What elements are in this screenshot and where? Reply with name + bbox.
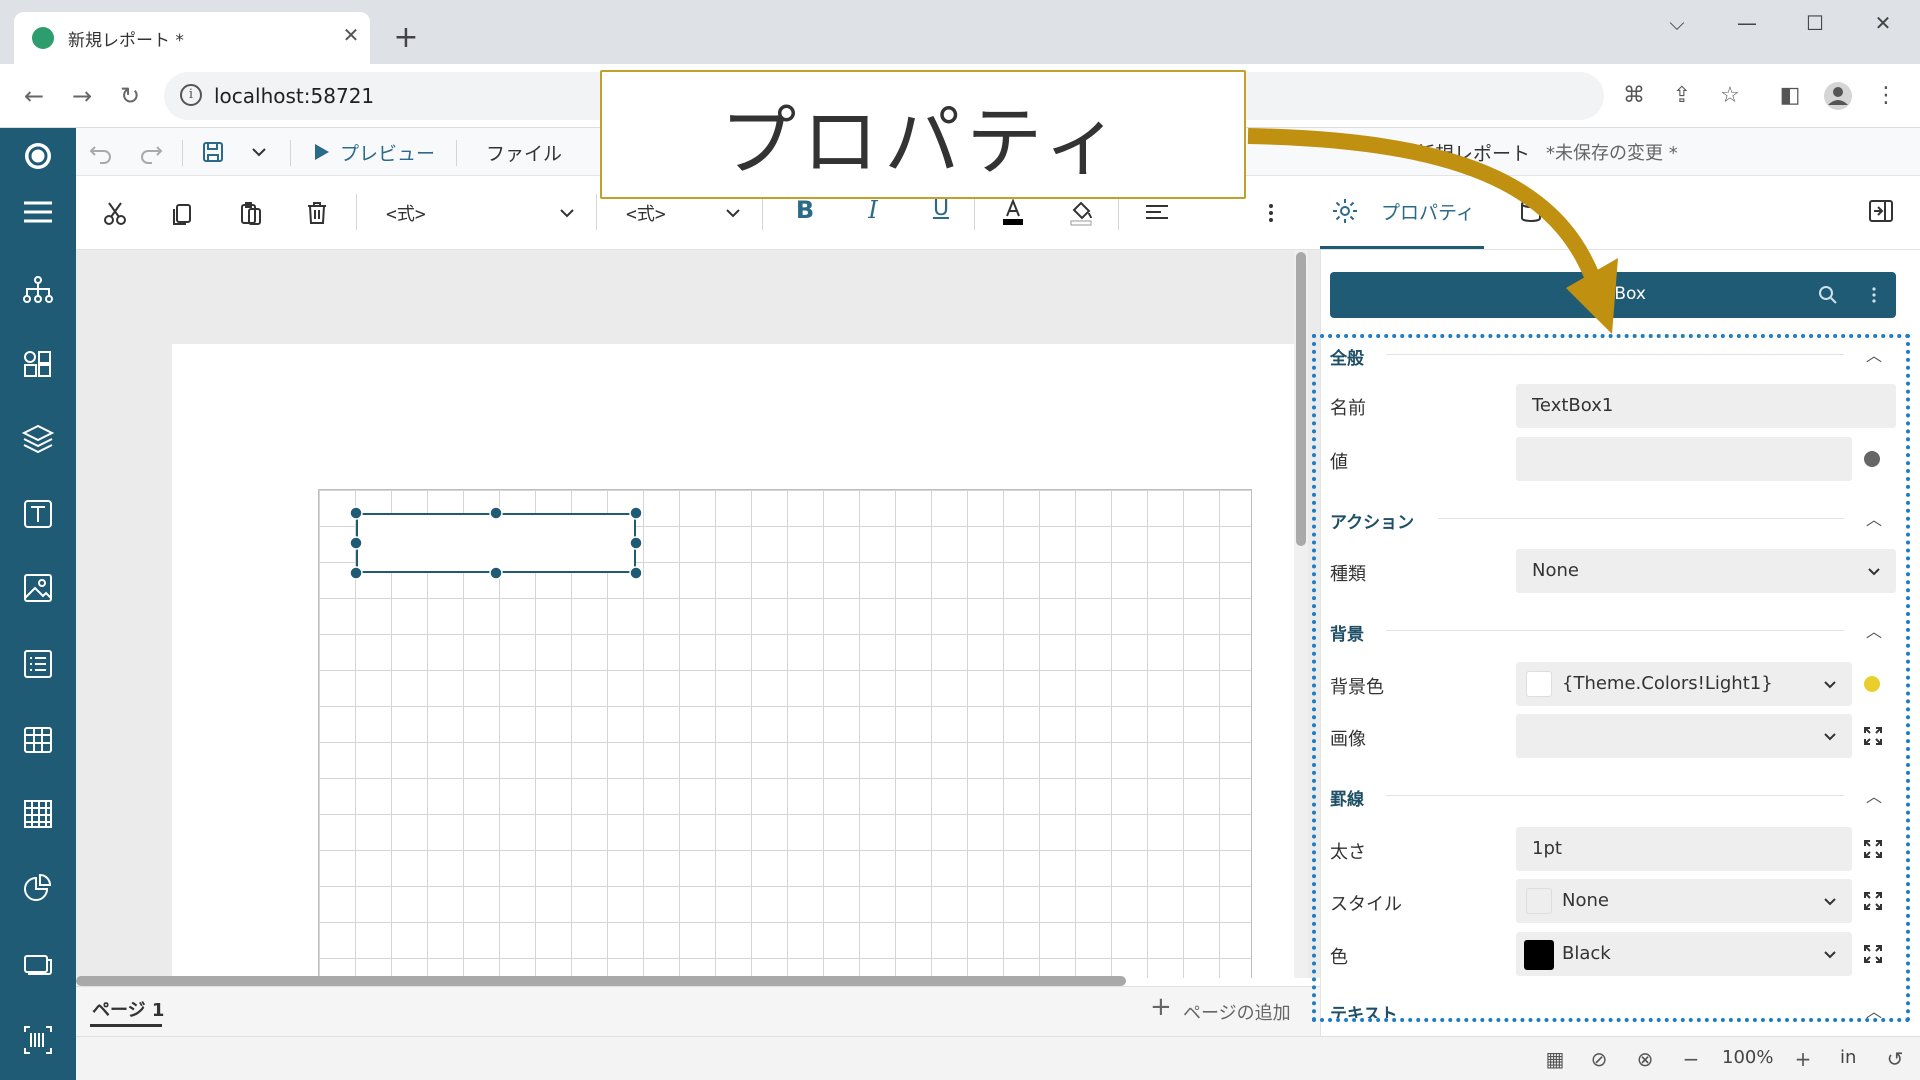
- layers-icon[interactable]: [20, 420, 56, 456]
- tab-close-icon[interactable]: ✕: [338, 22, 364, 48]
- undo-icon[interactable]: [86, 137, 116, 167]
- browser-menu-icon[interactable]: ⋮: [1870, 80, 1902, 112]
- url-text[interactable]: localhost:58721: [214, 84, 374, 108]
- toolbar-separator: [1118, 194, 1119, 230]
- delete-icon[interactable]: [302, 198, 332, 228]
- site-info-icon[interactable]: i: [180, 84, 202, 106]
- unsaved-status: *未保存の変更 *: [1546, 143, 1678, 164]
- app-favicon-icon: [32, 27, 54, 49]
- page-tab-active-indicator: [90, 1024, 162, 1027]
- toolbar-separator: [596, 194, 597, 230]
- horizontal-scroll-thumb[interactable]: [76, 976, 1126, 986]
- tab-title: 新規レポート *: [68, 31, 184, 51]
- browser-tab[interactable]: 新規レポート * ✕: [14, 12, 370, 64]
- chart-tool-icon[interactable]: [20, 870, 56, 906]
- forward-icon[interactable]: →: [66, 80, 98, 112]
- property-search-icon[interactable]: [1816, 283, 1840, 307]
- table-tool-icon[interactable]: [20, 722, 56, 758]
- add-page-button[interactable]: ページの追加: [1183, 999, 1291, 1025]
- side-panel-icon[interactable]: ◧: [1774, 80, 1806, 112]
- toolbar-separator: [182, 140, 183, 166]
- toolbar-separator: [290, 140, 291, 166]
- snap-toggle-icon[interactable]: ⊘: [1586, 1046, 1612, 1072]
- callout-label: プロパティ: [720, 97, 1126, 186]
- list-tool-icon[interactable]: [20, 646, 56, 682]
- app-logo-icon[interactable]: [20, 138, 56, 174]
- barcode-tool-icon[interactable]: [20, 1022, 56, 1058]
- file-menu[interactable]: ファイル: [486, 139, 562, 166]
- align-icon[interactable]: [1142, 198, 1172, 228]
- unit-selector[interactable]: in: [1840, 1047, 1856, 1068]
- zoom-out-icon[interactable]: −: [1678, 1046, 1704, 1072]
- underline-button[interactable]: U: [926, 196, 956, 221]
- preview-play-icon[interactable]: [306, 137, 336, 167]
- report-explorer-icon[interactable]: [20, 272, 56, 308]
- fill-color-icon[interactable]: [1066, 196, 1096, 226]
- size-expression-dropdown[interactable]: <式>: [626, 200, 666, 226]
- vertical-scroll-thumb[interactable]: [1296, 252, 1306, 546]
- bookmark-star-icon[interactable]: ☆: [1714, 80, 1746, 112]
- share-icon[interactable]: ⇪: [1666, 80, 1698, 112]
- preview-button[interactable]: プレビュー: [340, 139, 435, 166]
- hamburger-menu-icon[interactable]: [20, 194, 56, 230]
- snap-lines-toggle-icon[interactable]: ⊗: [1632, 1046, 1658, 1072]
- collapse-panel-icon[interactable]: [1866, 196, 1896, 226]
- toolbar-separator: [974, 194, 975, 230]
- bold-button[interactable]: B: [790, 196, 820, 224]
- tablix-tool-icon[interactable]: [20, 796, 56, 832]
- tab-active-indicator: [1320, 246, 1484, 249]
- font-color-icon[interactable]: [998, 196, 1028, 226]
- profile-avatar-icon[interactable]: [1822, 80, 1854, 112]
- toolbar-separator: [762, 194, 763, 230]
- copy-icon[interactable]: [168, 198, 198, 228]
- zoom-in-icon[interactable]: +: [1790, 1046, 1816, 1072]
- save-dropdown-chevron-icon[interactable]: [244, 137, 274, 167]
- reload-icon[interactable]: ↻: [114, 80, 146, 112]
- tab-properties[interactable]: プロパティ: [1381, 198, 1475, 225]
- redo-icon[interactable]: [136, 137, 166, 167]
- selection-handles[interactable]: [346, 503, 646, 583]
- new-tab-button[interactable]: +: [388, 20, 424, 56]
- font-dropdown-chevron-icon[interactable]: [552, 198, 582, 228]
- translate-icon[interactable]: ⌘: [1618, 80, 1650, 112]
- tab-search-chevron-icon[interactable]: ⌵: [1654, 10, 1700, 36]
- close-window-button[interactable]: ✕: [1860, 10, 1906, 36]
- history-icon[interactable]: ↺: [1882, 1046, 1908, 1072]
- more-options-icon[interactable]: [1256, 198, 1286, 228]
- toolbar-separator: [356, 194, 357, 230]
- paste-icon[interactable]: [236, 198, 266, 228]
- toolbar-separator: [456, 140, 457, 166]
- report-name: 新規レポート: [1416, 143, 1531, 165]
- properties-highlight-frame: [1312, 334, 1910, 1022]
- minimize-button[interactable]: —: [1724, 10, 1770, 36]
- save-icon[interactable]: [198, 137, 228, 167]
- data-source-icon[interactable]: [1516, 196, 1546, 226]
- container-tool-icon[interactable]: [20, 946, 56, 982]
- maximize-button[interactable]: ☐: [1792, 10, 1838, 36]
- font-expression-dropdown[interactable]: <式>: [386, 200, 426, 226]
- page-tab-bar: [76, 986, 1320, 1036]
- size-dropdown-chevron-icon[interactable]: [718, 198, 748, 228]
- selected-item-title: TextBox: [1580, 284, 1646, 304]
- add-page-plus-icon[interactable]: +: [1150, 992, 1172, 1022]
- page-tab-1[interactable]: ページ 1: [92, 996, 164, 1022]
- cut-icon[interactable]: [100, 198, 130, 228]
- italic-button[interactable]: I: [858, 196, 888, 224]
- header-more-icon[interactable]: [1862, 283, 1886, 307]
- zoom-level[interactable]: 100%: [1722, 1047, 1773, 1068]
- back-icon[interactable]: ←: [18, 80, 50, 112]
- textbox-tool-icon[interactable]: [20, 496, 56, 532]
- image-tool-icon[interactable]: [20, 570, 56, 606]
- grid-toggle-icon[interactable]: ▦: [1542, 1046, 1568, 1072]
- gear-icon[interactable]: [1330, 196, 1360, 226]
- components-icon[interactable]: [20, 346, 56, 382]
